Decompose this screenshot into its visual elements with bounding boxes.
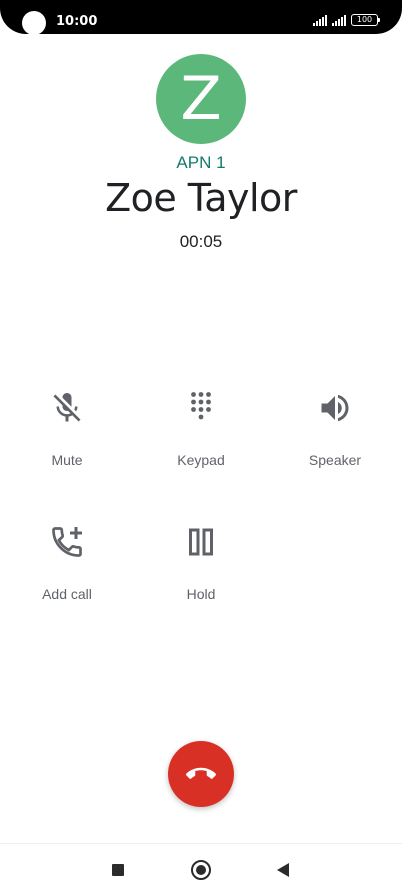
mute-label: Mute (51, 452, 83, 468)
camera-cutout (22, 11, 46, 35)
mic-off-icon (53, 393, 81, 422)
pause-icon (189, 528, 213, 556)
hold-label: Hold (186, 586, 216, 602)
speaker-label: Speaker (308, 452, 362, 468)
call-account-label: APN 1 (176, 153, 226, 172)
back-icon[interactable] (277, 863, 289, 877)
contact-avatar: Z (156, 54, 246, 144)
add-call-label: Add call (42, 586, 92, 602)
contact-name: Zoe Taylor (105, 176, 297, 220)
signal-icon (313, 14, 327, 26)
add-call-icon (52, 527, 82, 557)
keypad-button[interactable]: Keypad (141, 390, 261, 468)
hold-button[interactable]: Hold (141, 524, 261, 602)
mute-button[interactable]: Mute (7, 390, 127, 468)
add-call-button[interactable]: Add call (7, 524, 127, 602)
status-icons: 100 (313, 14, 380, 26)
call-end-icon (186, 767, 216, 779)
speaker-button[interactable]: Speaker (275, 390, 395, 468)
volume-up-icon (321, 394, 349, 422)
dialpad-icon (191, 392, 211, 420)
navigation-bar (0, 843, 402, 893)
call-timer: 00:05 (179, 232, 223, 251)
battery-icon: 100 (351, 14, 380, 26)
keypad-label: Keypad (177, 452, 225, 468)
status-time: 10:00 (56, 14, 98, 29)
end-call-button[interactable] (168, 741, 234, 807)
recents-icon[interactable] (112, 864, 124, 876)
status-bar: 10:00 100 (0, 0, 402, 35)
signal-icon (332, 14, 346, 26)
home-icon[interactable] (191, 860, 211, 880)
